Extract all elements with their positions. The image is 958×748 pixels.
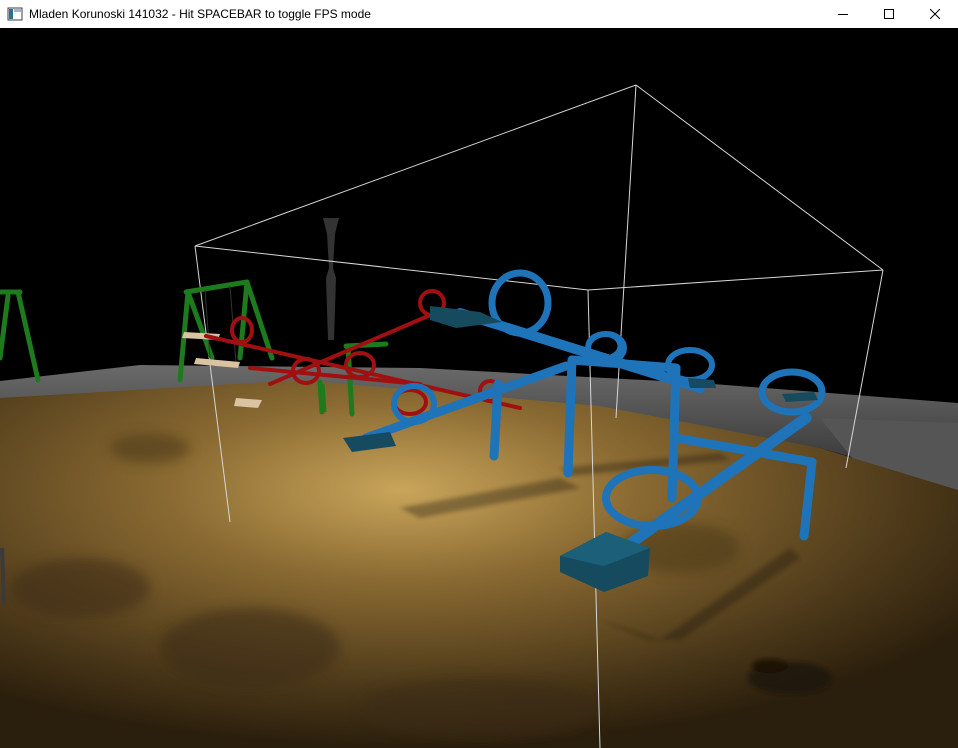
application-window: Mladen Korunoski 141032 - Hit SPACEBAR t… [0, 0, 958, 748]
left-pole [0, 547, 6, 605]
close-button[interactable] [912, 0, 958, 28]
maximize-icon [884, 9, 894, 19]
render-viewport[interactable] [0, 28, 958, 748]
minimize-icon [838, 14, 848, 15]
title-bar[interactable]: Mladen Korunoski 141032 - Hit SPACEBAR t… [0, 0, 958, 28]
close-icon [930, 9, 940, 19]
red-seesaw-posts [319, 383, 327, 413]
minimize-button[interactable] [820, 0, 866, 28]
maximize-button[interactable] [866, 0, 912, 28]
app-window-icon [7, 7, 23, 21]
scene-canvas [0, 28, 958, 748]
window-controls [820, 0, 958, 28]
window-title: Mladen Korunoski 141032 - Hit SPACEBAR t… [29, 7, 371, 21]
